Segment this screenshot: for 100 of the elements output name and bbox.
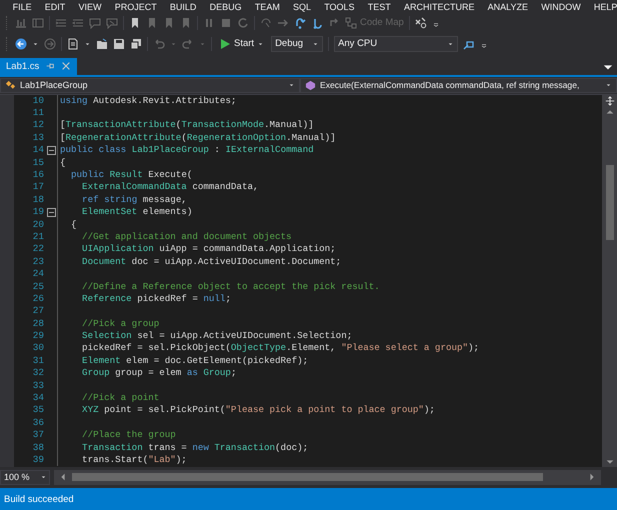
menu-item[interactable]: ARCHITECTURE	[397, 2, 482, 12]
undo-icon[interactable]	[153, 38, 165, 50]
line-number: 31	[32, 354, 44, 366]
stop-icon[interactable]	[220, 16, 232, 29]
configuration-dropdown[interactable]: Debug	[271, 36, 324, 52]
line-number: 16	[32, 168, 44, 180]
step-out-icon[interactable]	[328, 16, 340, 29]
line-number: 24	[32, 268, 44, 280]
back-icon[interactable]	[15, 38, 27, 50]
menu-item[interactable]: ANALYZE	[481, 2, 535, 12]
open-folder-icon[interactable]	[96, 38, 108, 50]
arrow-icon[interactable]	[277, 16, 289, 29]
code-line: Element elem = doc.GetElement(pickedRef);	[81, 354, 308, 366]
menu-item[interactable]: BUILD	[163, 2, 204, 12]
code-line: UIApplication uiApp = commandData.Application;	[81, 243, 336, 254]
menu-item[interactable]: WINDOW	[534, 2, 588, 12]
line-number: 26	[32, 292, 44, 304]
play-icon	[219, 38, 231, 50]
line-number: 15	[32, 156, 44, 168]
code-line: Document doc = uiApp.ActiveUIDocument.Document;	[81, 256, 342, 267]
restart-icon[interactable]	[237, 16, 249, 29]
line-number: 37	[32, 429, 44, 440]
line-number: 38	[32, 442, 44, 453]
bookmark-icon[interactable]	[129, 16, 141, 29]
line-number: 19	[32, 206, 44, 218]
line-number: 25	[32, 280, 44, 292]
new-project-icon[interactable]	[67, 38, 79, 50]
line-number: 20	[32, 218, 44, 230]
step-into-icon[interactable]	[294, 16, 306, 29]
line-number: 22	[32, 243, 44, 254]
code-line: ExternalCommandData commandData,	[81, 181, 258, 192]
menu-item[interactable]: SQL	[286, 2, 318, 12]
uncomment-icon[interactable]	[106, 16, 118, 29]
type-dropdown[interactable]: Lab1PlaceGroup	[0, 78, 300, 93]
line-number: 27	[32, 305, 44, 316]
code-line: Transaction trans = new Transaction(doc);	[81, 442, 308, 453]
line-number: 21	[32, 230, 44, 242]
member-dropdown[interactable]: Execute(ExternalCommandData commandData, ref string message,	[300, 78, 617, 93]
split-icon[interactable]	[604, 94, 614, 107]
line-number: 18	[32, 194, 44, 205]
menu-item[interactable]: PROJECT	[108, 2, 164, 12]
close-icon[interactable]	[61, 61, 72, 72]
menu-item[interactable]: TOOLS	[318, 2, 362, 12]
toolbar-icon[interactable]	[414, 16, 427, 29]
comment-icon[interactable]	[89, 16, 101, 29]
code-line: XYZ point = sel.PickPoint("Please pick a point to place group");	[81, 404, 435, 416]
save-all-icon[interactable]	[130, 38, 142, 50]
line-number: 29	[32, 330, 44, 342]
method-icon	[305, 80, 316, 91]
code-line: pickedRef = sel.PickObject(ObjectType.Element, "Please select a group");	[81, 342, 480, 354]
line-number: 34	[32, 392, 44, 404]
line-number: 12	[32, 119, 44, 130]
line-number: 10	[32, 94, 44, 106]
zoom-dropdown[interactable]: 100 %	[0, 470, 50, 485]
line-number: 39	[32, 454, 44, 465]
line-number: 13	[32, 132, 44, 143]
start-button[interactable]: Start	[217, 38, 266, 50]
code-line: Reference pickedRef = null;	[81, 292, 231, 304]
redo-icon[interactable]	[182, 38, 194, 50]
code-line: trans.Start("Lab");	[81, 454, 187, 465]
pin-icon[interactable]	[45, 61, 56, 72]
line-number: 11	[32, 107, 44, 118]
platform-dropdown[interactable]: Any CPU	[334, 36, 458, 52]
status-text: Build succeeded	[4, 494, 74, 505]
line-number: 14	[32, 144, 44, 156]
code-line: //Place the group	[81, 429, 176, 440]
code-line: ref string message,	[81, 194, 187, 205]
line-number: 23	[32, 256, 44, 267]
code-line: [TransactionAttribute(TransactionMode.Manual)]	[60, 119, 314, 130]
line-number: 30	[32, 342, 44, 354]
collapse-icon[interactable]	[47, 146, 56, 155]
scrollbar-thumb[interactable]	[72, 473, 543, 482]
step-over-icon[interactable]	[311, 16, 323, 29]
pause-icon[interactable]	[203, 16, 215, 29]
menu-item[interactable]: EDIT	[38, 2, 72, 12]
code-line: {	[70, 218, 77, 230]
code-line: public class Lab1PlaceGroup : IExternalCommand	[60, 144, 314, 156]
code-line: //Pick a point	[81, 392, 160, 404]
line-number: 36	[32, 416, 44, 428]
forward-icon[interactable]	[44, 38, 56, 50]
menu-item[interactable]: DEBUG	[203, 2, 248, 12]
code-line: //Pick a group	[81, 318, 160, 329]
code-line: ElementSet elements)	[81, 206, 192, 218]
save-icon[interactable]	[113, 38, 125, 50]
code-line: Group group = elem as Group;	[81, 367, 236, 378]
outdent-icon[interactable]	[72, 16, 84, 29]
class-icon	[5, 80, 16, 91]
code-line: //Get application and document objects	[81, 230, 292, 242]
code-line: [RegenerationAttribute(RegenerationOption.Manual)]	[60, 132, 336, 143]
menu-item[interactable]: FILE	[6, 2, 38, 12]
menu-item[interactable]: HELP	[587, 2, 617, 12]
code-line: using Autodesk.Revit.Attributes;	[60, 94, 236, 106]
collapse-icon[interactable]	[47, 208, 56, 217]
menu-item[interactable]: TEAM	[248, 2, 286, 12]
scrollbar-thumb[interactable]	[606, 164, 614, 240]
code-line: public Result Execute(	[70, 168, 192, 180]
indent-icon[interactable]	[55, 16, 67, 29]
menu-item[interactable]: TEST	[361, 2, 398, 12]
menu-item[interactable]: VIEW	[72, 2, 108, 12]
file-tab[interactable]: Lab1.cs	[0, 58, 78, 75]
